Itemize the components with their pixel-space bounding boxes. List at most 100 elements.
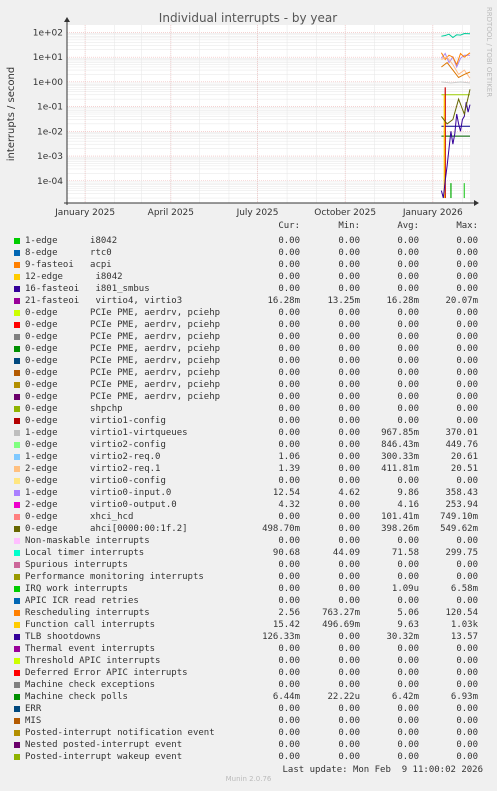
legend-row: 0-edge PCIe PME, aerdrv, pciehp 0.00 0.00 0… bbox=[0, 356, 497, 368]
legend-row: 1-edge virtio2-req.0 1.06 0.00 300.33m 20.61 bbox=[0, 452, 497, 464]
legend-cur-value: 0.00 bbox=[278, 404, 300, 414]
legend-min-value: 0.00 bbox=[338, 368, 360, 378]
legend-avg-value: 71.58 bbox=[391, 548, 419, 558]
legend-min-value: 0.00 bbox=[338, 392, 360, 402]
legend-max-value: 0.00 bbox=[456, 260, 478, 270]
legend-swatch bbox=[14, 358, 20, 364]
y-tick-labels: 1e+02 1e+01 1e+00 1e-01 1e-02 1e-03 1e-04 bbox=[33, 28, 64, 186]
col-header-max: Max: bbox=[456, 221, 478, 231]
chart-canvas: Individual interrupts - by year interrup… bbox=[6, 7, 493, 218]
legend-cur-value: 0.00 bbox=[278, 572, 300, 582]
legend-row: Posted-interrupt wakeup event 0.00 0.00 0.0… bbox=[0, 752, 497, 764]
legend-label: 0-edge PCIe PME, aerdrv, pciehp bbox=[25, 344, 221, 354]
legend-min-value: 0.00 bbox=[338, 452, 360, 462]
legend-avg-value: 846.43m bbox=[381, 440, 419, 450]
x-tick-label: October 2025 bbox=[314, 208, 376, 218]
legend-min-value: 763.27m bbox=[322, 608, 360, 618]
legend-swatch bbox=[14, 538, 20, 544]
legend-row: 0-edge PCIe PME, aerdrv, pciehp 0.00 0.00 0… bbox=[0, 308, 497, 320]
legend-min-value: 0.00 bbox=[338, 380, 360, 390]
legend-row: Posted-interrupt notification event 0.00 0… bbox=[0, 728, 497, 740]
legend-max-value: 0.00 bbox=[456, 356, 478, 366]
legend-min-value: 0.00 bbox=[338, 512, 360, 522]
legend-max-value: 0.00 bbox=[456, 416, 478, 426]
legend-label: 0-edge PCIe PME, aerdrv, pciehp bbox=[25, 308, 221, 318]
legend-min-value: 0.00 bbox=[338, 236, 360, 246]
legend-row: 2-edge virtio2-req.1 1.39 0.00 411.81m 20.51 bbox=[0, 464, 497, 476]
legend-label: 0-edge virtio1-config bbox=[25, 416, 166, 426]
legend-avg-value: 6.42m bbox=[391, 692, 419, 702]
legend-label: 0-edge PCIe PME, aerdrv, pciehp bbox=[25, 380, 221, 390]
legend-cur-value: 0.00 bbox=[278, 740, 300, 750]
legend-cur-value: 0.00 bbox=[278, 416, 300, 426]
legend-label: ERR bbox=[25, 704, 42, 714]
y-tick-label: 1e+00 bbox=[33, 78, 64, 88]
legend-avg-value: 967.85m bbox=[381, 428, 419, 438]
legend-max-value: 0.00 bbox=[456, 284, 478, 294]
legend-cur-value: 0.00 bbox=[278, 752, 300, 762]
legend-avg-value: 16.28m bbox=[386, 296, 419, 306]
legend-swatch bbox=[14, 670, 20, 676]
legend-avg-value: 0.00 bbox=[397, 284, 419, 294]
legend-swatch bbox=[14, 478, 20, 484]
legend-max-value: 0.00 bbox=[456, 704, 478, 714]
legend-row: Local timer interrupts 90.68 44.09 71.58 299… bbox=[0, 548, 497, 560]
legend-avg-value: 0.00 bbox=[397, 380, 419, 390]
legend-cur-value: 90.68 bbox=[272, 548, 300, 558]
legend-row: 0-edge PCIe PME, aerdrv, pciehp 0.00 0.00 0… bbox=[0, 368, 497, 380]
legend-cur-value: 0.00 bbox=[278, 716, 300, 726]
legend-swatch bbox=[14, 658, 20, 664]
legend-swatch bbox=[14, 346, 20, 352]
legend-avg-value: 0.00 bbox=[397, 416, 419, 426]
legend-row: Function call interrupts 15.42 496.69m 9.63… bbox=[0, 620, 497, 632]
legend-label: 12-edge i8042 bbox=[25, 272, 123, 282]
legend-label: Non-maskable interrupts bbox=[25, 536, 150, 546]
legend-avg-value: 0.00 bbox=[397, 308, 419, 318]
legend-avg-value: 0.00 bbox=[397, 704, 419, 714]
legend-avg-value: 9.63 bbox=[397, 620, 419, 630]
legend-cur-value: 126.33m bbox=[262, 632, 300, 642]
col-header-cur: Cur: bbox=[278, 221, 300, 231]
legend-swatch bbox=[14, 694, 20, 700]
legend-row: Thermal event interrupts 0.00 0.00 0.00 0.00 bbox=[0, 644, 497, 656]
legend-min-value: 44.09 bbox=[332, 548, 360, 558]
legend-swatch bbox=[14, 310, 20, 316]
legend-max-value: 6.58m bbox=[450, 584, 478, 594]
legend-min-value: 0.00 bbox=[338, 524, 360, 534]
legend-avg-value: 0.00 bbox=[397, 248, 419, 258]
legend-label: APIC ICR read retries bbox=[25, 596, 139, 606]
legend-row: APIC ICR read retries 0.00 0.00 0.00 0.00 bbox=[0, 596, 497, 608]
legend-cur-value: 0.00 bbox=[278, 356, 300, 366]
legend-max-value: 0.00 bbox=[456, 596, 478, 606]
legend-avg-value: 398.26m bbox=[381, 524, 419, 534]
legend-max-value: 6.93m bbox=[450, 692, 478, 702]
legend-swatch bbox=[14, 574, 20, 580]
legend-row: Deferred Error APIC interrupts 0.00 0.00 0.… bbox=[0, 668, 497, 680]
legend-max-value: 449.76 bbox=[445, 440, 478, 450]
legend-row: 2-edge virtio0-output.0 4.32 0.00 4.16 253.9… bbox=[0, 500, 497, 512]
legend-cur-value: 1.06 bbox=[278, 452, 300, 462]
legend-avg-value: 0.00 bbox=[397, 740, 419, 750]
legend-row: 9-fasteoi acpi 0.00 0.00 0.00 0.00 bbox=[0, 260, 497, 272]
legend-label: 0-edge xhci_hcd bbox=[25, 512, 134, 522]
legend-min-value: 0.00 bbox=[338, 260, 360, 270]
legend-label: MIS bbox=[25, 716, 42, 726]
legend-row: Machine check exceptions 0.00 0.00 0.00 0.00 bbox=[0, 680, 497, 692]
legend-cur-value: 0.00 bbox=[278, 704, 300, 714]
legend-swatch bbox=[14, 526, 20, 532]
legend-row: 0-edge xhci_hcd 0.00 0.00 101.41m 749.10m bbox=[0, 512, 497, 524]
legend-avg-value: 0.00 bbox=[397, 680, 419, 690]
legend-min-value: 0.00 bbox=[338, 560, 360, 570]
legend-label: 1-edge virtio1-virtqueues bbox=[25, 428, 188, 438]
legend-row: Machine check polls 6.44m 22.22u 6.42m 6.93m bbox=[0, 692, 497, 704]
legend-avg-value: 1.09u bbox=[391, 584, 419, 594]
legend-max-value: 0.00 bbox=[456, 740, 478, 750]
legend-cur-value: 0.00 bbox=[278, 656, 300, 666]
legend-cur-value: 0.00 bbox=[278, 248, 300, 258]
y-tick-label: 1e-04 bbox=[37, 177, 63, 187]
legend-min-value: 0.00 bbox=[338, 740, 360, 750]
legend-avg-value: 0.00 bbox=[397, 716, 419, 726]
legend-swatch bbox=[14, 370, 20, 376]
legend-label: 16-fasteoi i801_smbus bbox=[25, 284, 150, 294]
last-update-text: Last update: Mon Feb 9 11:00:02 2026 bbox=[282, 765, 483, 775]
